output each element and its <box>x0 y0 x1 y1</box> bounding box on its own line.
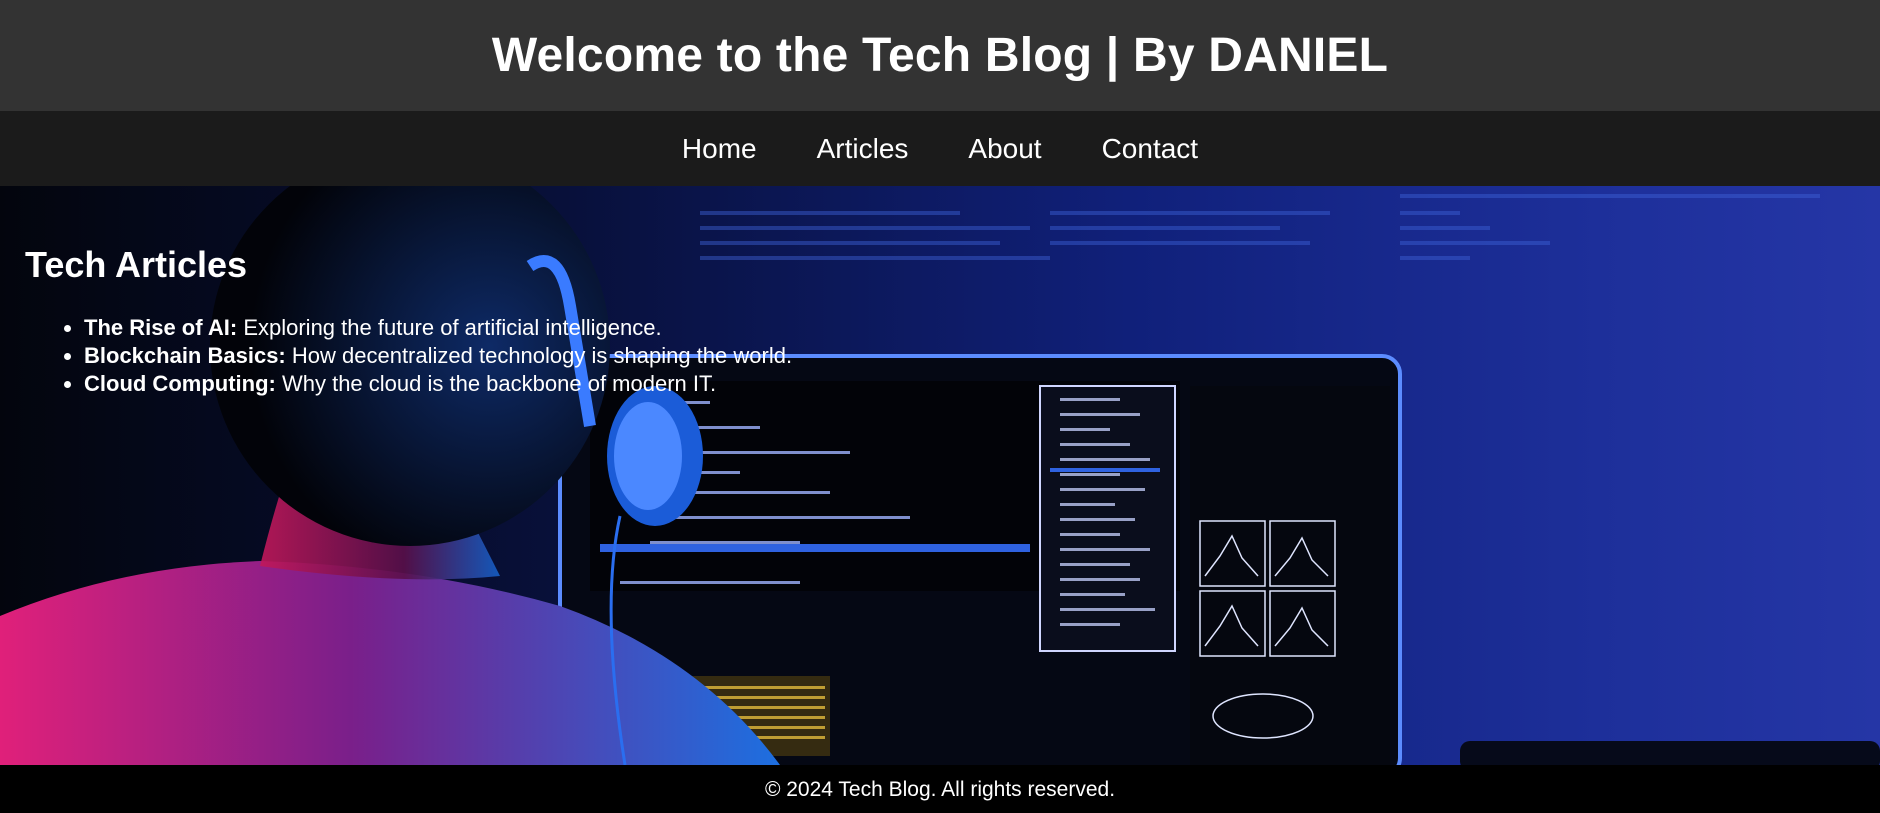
article-title: Blockchain Basics: <box>84 343 286 368</box>
nav-link-contact[interactable]: Contact <box>1102 133 1199 165</box>
nav-link-about[interactable]: About <box>968 133 1041 165</box>
section-title: Tech Articles <box>25 244 248 285</box>
site-header: Welcome to the Tech Blog | By DANIEL <box>0 0 1880 111</box>
article-list: The Rise of AI: Exploring the future of … <box>25 314 1880 398</box>
article-item: Cloud Computing: Why the cloud is the ba… <box>84 370 1880 398</box>
nav-link-articles[interactable]: Articles <box>817 133 909 165</box>
main-nav: Home Articles About Contact <box>0 111 1880 186</box>
articles-section: Tech Articles The Rise of AI: Exploring … <box>0 186 1880 398</box>
article-desc: Exploring the future of artificial intel… <box>243 315 662 340</box>
site-footer: © 2024 Tech Blog. All rights reserved. <box>0 767 1880 813</box>
nav-link-home[interactable]: Home <box>682 133 757 165</box>
article-item: The Rise of AI: Exploring the future of … <box>84 314 1880 342</box>
article-desc: Why the cloud is the backbone of modern … <box>281 371 717 396</box>
hero-section: Tech Articles The Rise of AI: Exploring … <box>0 186 1880 765</box>
article-title: Cloud Computing: <box>84 371 276 396</box>
site-title: Welcome to the Tech Blog | By DANIEL <box>491 29 1389 82</box>
copyright-text: © 2024 Tech Blog. All rights reserved. <box>764 778 1116 801</box>
article-title: The Rise of AI: <box>84 315 238 340</box>
article-desc: How decentralized technology is shaping … <box>291 343 793 368</box>
article-item: Blockchain Basics: How decentralized tec… <box>84 342 1880 370</box>
